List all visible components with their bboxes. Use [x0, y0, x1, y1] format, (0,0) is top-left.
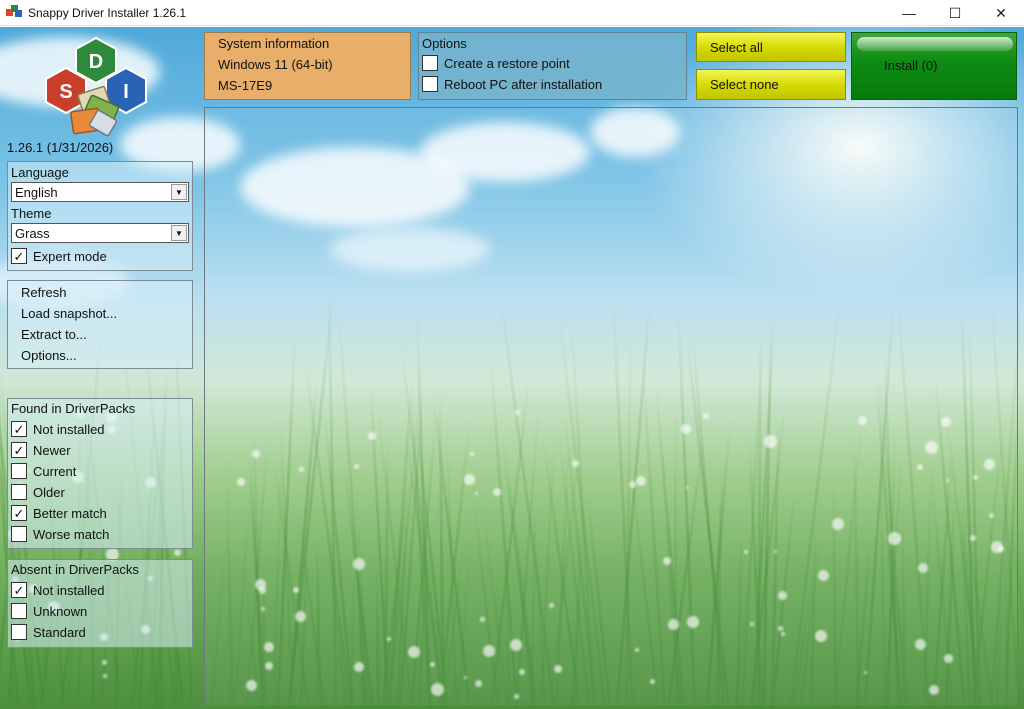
checkbox[interactable]: ✓ — [11, 505, 27, 521]
system-info-panel[interactable]: System information Windows 11 (64-bit) M… — [204, 32, 411, 100]
checkbox[interactable]: ✓ — [11, 421, 27, 437]
options-title: Options — [422, 36, 467, 51]
theme-select[interactable]: Grass ▼ — [11, 223, 189, 243]
filter-absent-standard[interactable]: Standard — [11, 622, 86, 642]
theme-value: Grass — [15, 225, 50, 241]
app-icon — [6, 4, 22, 21]
checkbox[interactable] — [11, 624, 27, 640]
expert-mode-checkbox[interactable]: ✓ — [11, 248, 27, 264]
dew-drop — [102, 660, 108, 666]
dew-drop — [103, 674, 107, 678]
actions-menu-panel: Refresh Load snapshot... Extract to... O… — [7, 280, 193, 369]
checkbox[interactable] — [11, 603, 27, 619]
version-label: 1.26.1 (1/31/2026) — [7, 140, 114, 155]
filter-found-current[interactable]: Current — [11, 461, 76, 481]
checkbox[interactable]: ✓ — [11, 442, 27, 458]
title-bar: Snappy Driver Installer 1.26.1 — ☐ ✕ — [0, 0, 1024, 26]
filter-label: Unknown — [33, 603, 88, 619]
chevron-down-icon: ▼ — [171, 225, 187, 241]
absent-title: Absent in DriverPacks — [11, 562, 139, 577]
language-label: Language — [11, 165, 69, 180]
close-button[interactable]: ✕ — [978, 0, 1024, 26]
filter-found-worse-match[interactable]: Worse match — [11, 524, 109, 544]
refresh-menu-item[interactable]: Refresh — [21, 285, 67, 300]
filter-absent-not-installed[interactable]: ✓ Not installed — [11, 580, 105, 600]
filter-label: Newer — [33, 442, 71, 458]
window-title: Snappy Driver Installer 1.26.1 — [28, 5, 187, 20]
options-panel: Options Create a restore point Reboot PC… — [418, 32, 687, 100]
filter-found-newer[interactable]: ✓ Newer — [11, 440, 71, 460]
reboot-option[interactable]: Reboot PC after installation — [422, 74, 602, 94]
checkbox[interactable]: ✓ — [11, 582, 27, 598]
os-version: Windows 11 (64-bit) — [218, 57, 333, 72]
restore-point-checkbox[interactable] — [422, 55, 438, 71]
minimize-button[interactable]: — — [886, 0, 932, 26]
reboot-label: Reboot PC after installation — [444, 76, 603, 92]
expert-mode-option[interactable]: ✓ Expert mode — [11, 246, 107, 266]
found-filter-panel: Found in DriverPacks ✓ Not installed ✓ New… — [7, 398, 193, 549]
filter-label: Not installed — [33, 582, 105, 598]
filter-label: Better match — [33, 505, 107, 521]
theme-label: Theme — [11, 206, 52, 221]
load-snapshot-menu-item[interactable]: Load snapshot... — [21, 306, 117, 321]
dew-drop — [174, 549, 182, 557]
options-menu-item[interactable]: Options... — [21, 348, 77, 363]
driver-list-area[interactable] — [204, 107, 1018, 706]
settings-panel: Language English ▼ Theme Grass ▼ ✓ Exper… — [7, 161, 193, 271]
found-title: Found in DriverPacks — [11, 401, 136, 416]
select-none-button[interactable]: Select none — [696, 69, 846, 100]
filter-label: Standard — [33, 624, 86, 640]
logo-letter-s: S — [59, 81, 72, 103]
filter-found-not-installed[interactable]: ✓ Not installed — [11, 419, 105, 439]
device-model: MS-17E9 — [218, 78, 273, 93]
absent-filter-panel: Absent in DriverPacks ✓ Not installed Unk… — [7, 559, 193, 648]
filter-label: Worse match — [33, 526, 110, 542]
filter-found-better-match[interactable]: ✓ Better match — [11, 503, 107, 523]
select-all-button[interactable]: Select all — [696, 32, 846, 62]
language-value: English — [15, 184, 58, 200]
filter-label: Current — [33, 463, 77, 479]
reboot-checkbox[interactable] — [422, 76, 438, 92]
checkbox[interactable] — [11, 526, 27, 542]
install-button-label: Install (0) — [884, 58, 938, 73]
checkbox[interactable] — [11, 463, 27, 479]
install-button[interactable]: Install (0) — [851, 32, 1017, 100]
filter-label: Not installed — [33, 421, 105, 437]
logo-letter-i: I — [123, 81, 129, 103]
checkbox[interactable] — [11, 484, 27, 500]
restore-point-option[interactable]: Create a restore point — [422, 53, 570, 73]
filter-label: Older — [33, 484, 65, 500]
system-info-title: System information — [218, 36, 330, 51]
expert-mode-label: Expert mode — [33, 248, 107, 264]
restore-point-label: Create a restore point — [444, 55, 570, 71]
chevron-down-icon: ▼ — [171, 184, 187, 200]
maximize-button[interactable]: ☐ — [932, 0, 978, 26]
sdi-logo: D S I — [45, 36, 147, 137]
install-button-sheen — [857, 37, 1013, 51]
logo-letter-d: D — [89, 51, 103, 73]
filter-absent-unknown[interactable]: Unknown — [11, 601, 87, 621]
filter-found-older[interactable]: Older — [11, 482, 65, 502]
extract-to-menu-item[interactable]: Extract to... — [21, 327, 87, 342]
language-select[interactable]: English ▼ — [11, 182, 189, 202]
